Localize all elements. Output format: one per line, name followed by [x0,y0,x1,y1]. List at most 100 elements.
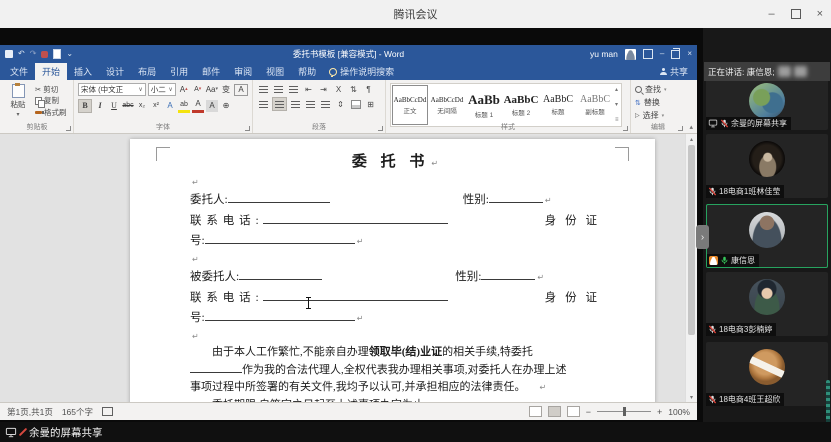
tab-help[interactable]: 帮助 [291,63,323,80]
word-close-icon[interactable]: × [687,50,692,58]
tab-mailings[interactable]: 邮件 [195,63,227,80]
italic-button[interactable]: I [94,100,106,112]
decrease-indent-button[interactable]: ⇤ [302,83,315,95]
char-shading-button[interactable]: A [206,99,218,112]
web-layout-button[interactable] [566,406,580,417]
style-heading2[interactable]: AaBbC 标题 2 [503,85,539,125]
tab-review[interactable]: 审阅 [227,63,259,80]
video-tile[interactable]: 18电商3彭楠婷 [706,272,828,336]
close-icon[interactable]: × [817,8,823,20]
tab-design[interactable]: 设计 [99,63,131,80]
cut-button[interactable]: ✂ 剪切 [35,85,67,94]
proofing-icon[interactable] [102,407,114,416]
print-layout-button[interactable] [547,406,561,417]
bullets-button[interactable] [257,83,270,95]
touch-mode-icon[interactable] [41,50,49,58]
strikethrough-button[interactable]: abc [122,100,134,112]
scroll-up-icon[interactable]: ▴ [690,134,693,144]
enclose-char-button[interactable]: ⊕ [220,100,232,112]
format-painter-button[interactable]: 格式刷 [35,108,67,117]
tab-insert[interactable]: 插入 [67,63,99,80]
pinyin-guide-button[interactable]: 变 [220,84,232,96]
zoom-slider-thumb[interactable] [622,407,626,416]
video-tile[interactable]: 18电商1班林佳莹 [706,134,828,198]
editing-dialog-launcher[interactable] [678,126,683,131]
account-avatar[interactable] [624,48,636,60]
print-preview-icon[interactable] [53,49,62,59]
show-marks-button[interactable]: ¶ [362,83,375,95]
tell-me-search[interactable]: 操作说明搜索 [323,63,400,80]
tab-view[interactable]: 视图 [259,63,291,80]
share-button[interactable]: 共享 [651,63,697,80]
paragraph-dialog-launcher[interactable] [378,126,383,131]
select-button[interactable]: ▷ 选择 ▾ [635,110,667,121]
bold-button[interactable]: B [78,98,92,113]
account-name[interactable]: yu man [590,49,618,59]
scrollbar-thumb[interactable] [688,145,695,335]
align-center-button[interactable] [272,97,287,111]
text-effects-button[interactable]: A [164,100,176,112]
scroll-down-icon[interactable]: ▾ [690,392,693,402]
zoom-in-icon[interactable]: + [657,407,662,417]
char-border-button[interactable]: A [233,83,248,96]
tab-references[interactable]: 引用 [163,63,195,80]
borders-button[interactable]: ⊞ [364,98,377,110]
increase-indent-button[interactable]: ⇥ [317,83,330,95]
page-info[interactable]: 第1页,共1页 [7,406,53,418]
clipboard-dialog-launcher[interactable] [66,126,71,131]
word-count[interactable]: 165个字 [62,406,93,418]
align-left-button[interactable] [257,98,270,110]
justify-button[interactable] [304,98,317,110]
minimize-icon[interactable]: – [768,8,774,20]
asian-layout-button[interactable]: X [332,83,345,95]
distributed-button[interactable] [319,98,332,110]
replace-button[interactable]: ⇅ 替换 [635,97,667,108]
read-mode-button[interactable] [528,406,542,417]
shading-button[interactable] [349,98,362,110]
change-case-button[interactable]: Aa ▾ [206,84,218,96]
shrink-font-button[interactable]: A ▾ [192,84,204,96]
gallery-down-icon[interactable]: ▾ [615,102,619,108]
highlight-button[interactable]: ab [178,98,190,113]
tab-file[interactable]: 文件 [3,63,35,80]
font-dialog-launcher[interactable] [245,126,250,131]
save-icon[interactable] [5,50,13,58]
underline-button[interactable]: U [108,100,120,112]
style-normal[interactable]: AaBbCcDd 正文 [392,85,428,125]
subscript-button[interactable]: x₂ [136,100,148,112]
style-title[interactable]: AaBbC 标题 [540,85,576,125]
ribbon-display-options-icon[interactable] [642,49,653,59]
copy-button[interactable]: 复制 [35,96,67,109]
find-button[interactable]: 查找 ▾ [635,84,667,95]
gallery-up-icon[interactable]: ▴ [615,87,619,93]
sort-button[interactable]: ⇅ [347,83,360,95]
zoom-out-icon[interactable]: − [586,407,591,417]
font-size-combo[interactable]: 小二 ∨ [147,83,176,96]
tab-layout[interactable]: 布局 [131,63,163,80]
numbering-button[interactable] [272,83,285,95]
font-name-combo[interactable]: 宋体 (中文正 ∨ [78,83,146,96]
styles-dialog-launcher[interactable] [623,126,628,131]
font-color-button[interactable]: A [192,98,204,113]
word-minimize-icon[interactable]: – [660,50,664,58]
qat-customize-icon[interactable]: ⌄ [66,50,73,58]
style-heading1[interactable]: AaBb 标题 1 [466,85,502,125]
zoom-slider[interactable] [596,407,651,416]
undo-icon[interactable]: ↶ [18,50,25,58]
video-tile[interactable]: 18电商4班王超欣 [706,342,828,406]
style-subtitle[interactable]: AaBbC 副标题 [577,85,613,125]
collapse-ribbon-icon[interactable]: ▴ [689,123,697,133]
word-restore-icon[interactable] [671,47,681,59]
document-scrollbar[interactable]: ▴ ▾ [685,134,697,402]
superscript-button[interactable]: x² [150,100,162,112]
sidebar-collapse-handle[interactable]: › [696,225,709,249]
grow-font-button[interactable]: A ▴ [178,84,190,96]
multilevel-list-button[interactable] [287,83,300,95]
align-right-button[interactable] [289,98,302,110]
maximize-icon[interactable] [790,9,801,19]
style-no-spacing[interactable]: AaBbCcDd 无间隔 [429,85,465,125]
document-page[interactable]: 委 托 书 ↵ ↵ 委托人: 性别: ↵ 联 系 电 话 : 身 份 证 号: ↵ ↵ [130,139,655,402]
paste-button[interactable]: 粘贴 ▾ [5,83,31,122]
line-spacing-button[interactable]: ⇕ [334,98,347,110]
tab-home[interactable]: 开始 [35,63,68,80]
